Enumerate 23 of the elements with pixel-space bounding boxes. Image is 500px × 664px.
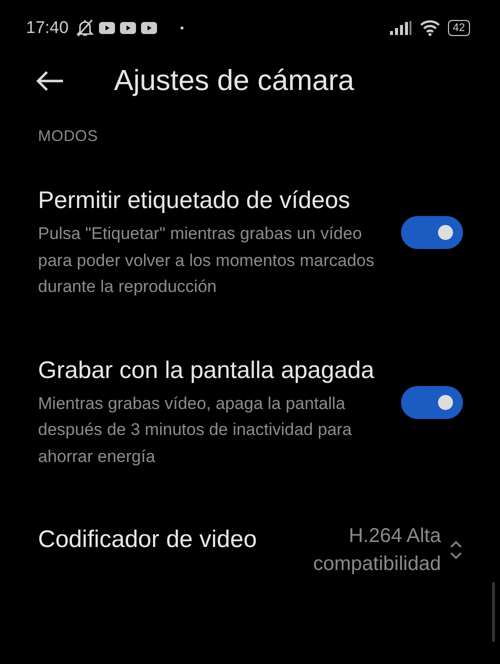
setting-title: Permitir etiquetado de vídeos bbox=[38, 186, 352, 216]
setting-title: Codificador de video bbox=[38, 525, 258, 555]
back-button[interactable] bbox=[36, 70, 64, 92]
wifi-icon bbox=[420, 20, 440, 36]
battery-indicator: 42 bbox=[448, 20, 470, 36]
setting-title: Grabar con la pantalla apagada bbox=[38, 356, 376, 386]
up-down-chevron-icon bbox=[449, 539, 463, 561]
page-title: Ajustes de cámara bbox=[114, 64, 354, 98]
setting-description: Pulsa "Etiquetar" mientras grabas un vídeo para poder volver a los momentos marcados durante la reproducción bbox=[38, 223, 376, 298]
play-badge-icon bbox=[120, 22, 136, 34]
toggle-switch[interactable] bbox=[401, 386, 463, 419]
section-heading: MODOS bbox=[37, 127, 100, 146]
bell-off-icon bbox=[76, 18, 94, 38]
back-arrow-icon bbox=[36, 70, 64, 92]
play-badge-icon bbox=[98, 22, 115, 34]
setting-value[interactable]: H.264 Alta compatibilidad bbox=[281, 522, 441, 578]
dot-icon bbox=[180, 26, 184, 30]
signal-icon bbox=[390, 21, 412, 35]
clock-time: 17:40 bbox=[26, 18, 69, 38]
scroll-indicator bbox=[492, 582, 495, 642]
play-badge-icon bbox=[140, 22, 157, 34]
toggle-switch[interactable] bbox=[401, 216, 463, 250]
setting-description: Mientras grabas vídeo, apaga la pantalla después de 3 minutos de inactividad para ahorrar energía bbox=[38, 392, 353, 468]
